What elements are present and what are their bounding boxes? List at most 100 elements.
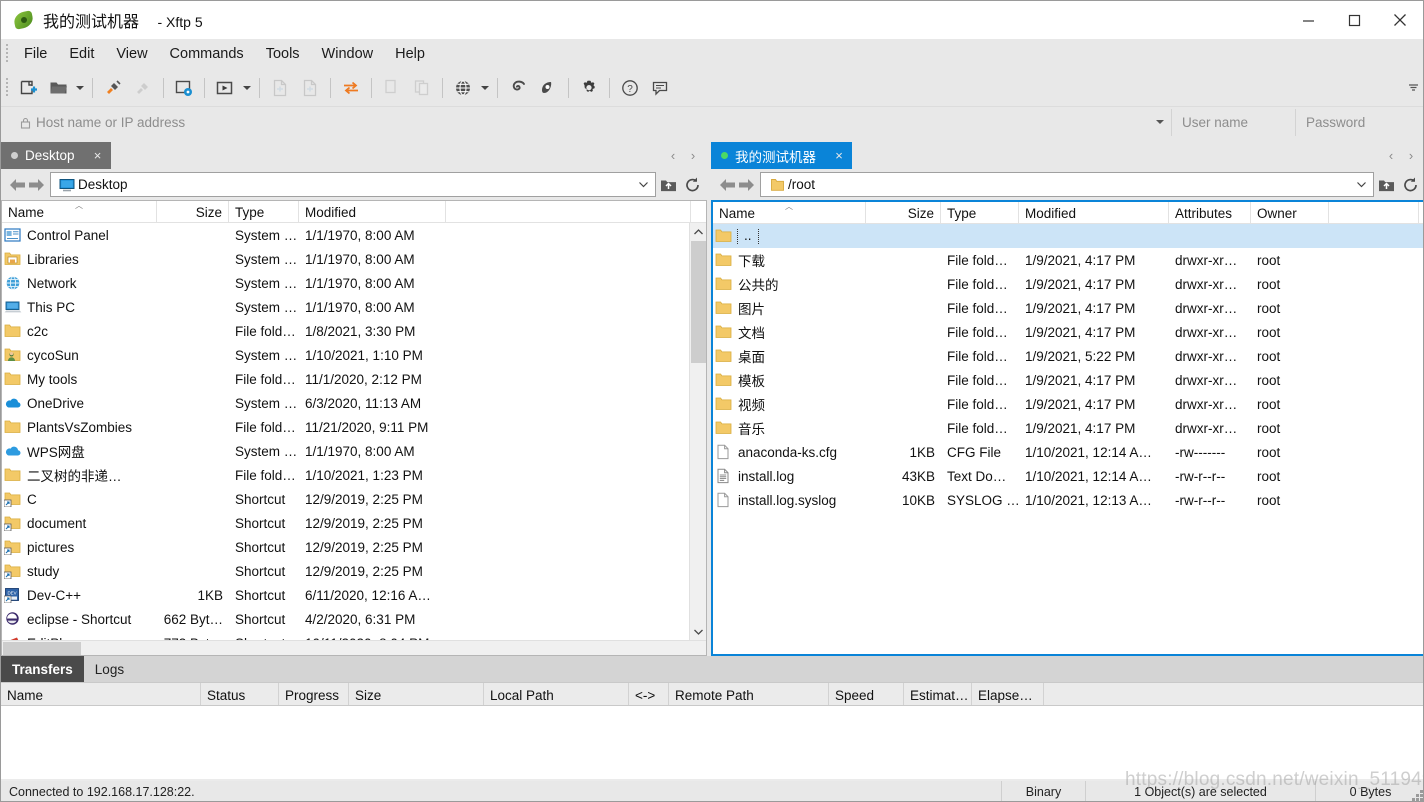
remote-table-row[interactable]: 图片 File fold… 1/9/2021, 4:17 PM drwxr-xr… ro… [713, 296, 1423, 320]
local-scroll-up-icon[interactable] [690, 223, 706, 240]
local-column-header-type[interactable]: Type [229, 201, 299, 222]
local-parent-folder-icon[interactable] [656, 171, 680, 198]
transfers-column-header-estimated[interactable]: Estimat… [904, 683, 972, 705]
edit-file-icon[interactable] [295, 73, 325, 103]
local-table-row[interactable]: C Shortcut 12/9/2019, 2:25 PM [2, 487, 706, 511]
local-back-arrow-icon[interactable] [8, 173, 27, 197]
toolbar-grip[interactable] [1, 73, 13, 103]
remote-table-row[interactable]: 下载 File fold… 1/9/2021, 4:17 PM drwxr-xr… ro… [713, 248, 1423, 272]
local-table-row[interactable]: c2c File fold… 1/8/2021, 3:30 PM [2, 319, 706, 343]
local-table-row[interactable]: This PC System … 1/1/1970, 8:00 AM [2, 295, 706, 319]
minimize-button[interactable] [1285, 1, 1331, 39]
host-input[interactable]: Host name or IP address [13, 109, 1149, 136]
local-column-header-size[interactable]: Size [157, 201, 229, 222]
open-folder-dropdown-icon[interactable] [73, 73, 87, 103]
local-scroll-down-icon[interactable] [690, 623, 706, 640]
remote-table-row[interactable]: 公共的 File fold… 1/9/2021, 4:17 PM drwxr-xr… r… [713, 272, 1423, 296]
remote-refresh-icon[interactable] [1398, 171, 1422, 198]
run-script-dropdown-icon[interactable] [240, 73, 254, 103]
menu-tools[interactable]: Tools [255, 42, 311, 66]
remote-table-row[interactable]: 桌面 File fold… 1/9/2021, 5:22 PM drwxr-xr… ro… [713, 344, 1423, 368]
remote-table-row[interactable]: install.log.syslog 10KB SYSLOG … 1/10/2021,… [713, 488, 1423, 512]
options-gear-icon[interactable] [574, 73, 604, 103]
menu-edit[interactable]: Edit [58, 42, 105, 66]
transfers-column-header-speed[interactable]: Speed [829, 683, 904, 705]
transfer-icon[interactable] [336, 73, 366, 103]
transfers-column-header-progress[interactable]: Progress [279, 683, 349, 705]
local-table-row[interactable]: 二叉树的非递… File fold… 1/10/2021, 1:23 PM [2, 463, 706, 487]
transfers-column-header-name[interactable]: Name [1, 683, 201, 705]
local-table-row[interactable]: document Shortcut 12/9/2019, 2:25 PM [2, 511, 706, 535]
new-session-icon[interactable] [13, 73, 43, 103]
browser-dropdown-icon[interactable] [478, 73, 492, 103]
local-column-header-name[interactable]: Name ︿ [2, 201, 157, 222]
transfers-column-header-status[interactable]: Status [201, 683, 279, 705]
local-file-list[interactable]: Name ︿ Size Type Modified Control Panel Syste… [1, 200, 707, 656]
remote-table-row[interactable]: 文档 File fold… 1/9/2021, 4:17 PM drwxr-xr… ro… [713, 320, 1423, 344]
menu-commands[interactable]: Commands [159, 42, 255, 66]
transfers-body[interactable] [1, 706, 1423, 779]
transfers-column-header-local_path[interactable]: Local Path [484, 683, 629, 705]
local-scroll-thumb[interactable] [691, 241, 706, 363]
local-tab-desktop[interactable]: Desktop × [1, 142, 111, 169]
remote-path-input[interactable]: /root [760, 172, 1374, 197]
remote-tab-close-icon[interactable]: × [832, 148, 846, 163]
local-table-row[interactable]: DEV Dev-C++ 1KB Shortcut 6/11/2020, 12:16 A… [2, 583, 706, 607]
remote-back-arrow-icon[interactable] [718, 173, 737, 197]
copy-icon[interactable] [377, 73, 407, 103]
local-table-row[interactable]: OneDrive System … 6/3/2020, 11:13 AM [2, 391, 706, 415]
local-list-rows[interactable]: Control Panel System … 1/1/1970, 8:00 AM Li… [2, 223, 706, 655]
local-tabnav-prev-icon[interactable]: ‹ [663, 148, 683, 163]
remote-column-header-modified[interactable]: Modified [1019, 202, 1169, 223]
transfers-column-header-remote_path[interactable]: Remote Path [669, 683, 829, 705]
remote-table-row[interactable]: .. [713, 224, 1423, 248]
local-tab-close-icon[interactable]: × [91, 148, 105, 163]
local-table-row[interactable]: eclipse - Shortcut 662 Byt… Shortcut 4/2/20… [2, 607, 706, 631]
local-refresh-icon[interactable] [680, 171, 704, 198]
local-table-row[interactable]: cycoSun System … 1/10/2021, 1:10 PM [2, 343, 706, 367]
disconnect-icon[interactable] [128, 73, 158, 103]
local-table-row[interactable]: My tools File fold… 11/1/2020, 2:12 PM [2, 367, 706, 391]
remote-table-row[interactable]: anaconda-ks.cfg 1KB CFG File 1/10/2021, 12:… [713, 440, 1423, 464]
remote-tab-session[interactable]: 我的测试机器 × [711, 142, 852, 169]
toolbar-overflow-icon[interactable] [1403, 73, 1423, 103]
remote-tabnav-prev-icon[interactable]: ‹ [1381, 148, 1401, 163]
menu-help[interactable]: Help [384, 42, 436, 66]
local-path-input[interactable]: Desktop [50, 172, 656, 197]
menu-file[interactable]: File [13, 42, 58, 66]
close-button[interactable] [1377, 1, 1423, 39]
browser-icon[interactable] [448, 73, 478, 103]
remote-column-header-name[interactable]: Name ︿ [713, 202, 866, 223]
remote-tabnav-next-icon[interactable]: › [1401, 148, 1421, 163]
xftp-icon[interactable] [533, 73, 563, 103]
local-column-header-modified[interactable]: Modified [299, 201, 446, 222]
local-table-row[interactable]: Network System … 1/1/1970, 8:00 AM [2, 271, 706, 295]
username-input[interactable]: User name [1171, 109, 1295, 136]
transfers-column-header-elapsed[interactable]: Elapse… [972, 683, 1044, 705]
tab-transfers[interactable]: Transfers [1, 656, 84, 682]
local-table-row[interactable]: PlantsVsZombies File fold… 11/21/2020, 9:1… [2, 415, 706, 439]
local-hscroll-thumb[interactable] [3, 642, 81, 655]
xshell-icon[interactable] [503, 73, 533, 103]
transfers-column-header-direction[interactable]: <-> [629, 683, 669, 705]
password-input[interactable]: Password [1295, 109, 1423, 136]
local-table-row[interactable]: Libraries System … 1/1/1970, 8:00 AM [2, 247, 706, 271]
connect-icon[interactable] [98, 73, 128, 103]
local-horizontal-scrollbar[interactable] [2, 640, 706, 655]
local-table-row[interactable]: WPS网盘 System … 1/1/1970, 8:00 AM [2, 439, 706, 463]
local-table-row[interactable]: Control Panel System … 1/1/1970, 8:00 AM [2, 223, 706, 247]
session-properties-icon[interactable] [169, 73, 199, 103]
menu-grip[interactable] [1, 39, 13, 69]
new-file-icon[interactable] [265, 73, 295, 103]
resize-grip-icon[interactable] [1410, 788, 1423, 801]
local-vertical-scrollbar[interactable] [689, 223, 706, 655]
run-script-icon[interactable] [210, 73, 240, 103]
remote-list-rows[interactable]: .. 下载 File fold… 1/9/2021, 4:17 PM drwxr-xr…… [713, 224, 1423, 654]
remote-column-header-owner[interactable]: Owner [1251, 202, 1329, 223]
remote-table-row[interactable]: install.log 43KB Text Do… 1/10/2021, 12:14 … [713, 464, 1423, 488]
remote-column-header-size[interactable]: Size [866, 202, 941, 223]
remote-forward-arrow-icon[interactable] [737, 173, 756, 197]
remote-file-list[interactable]: Name ︿ Size Type Modified Attributes Owner .. 下… [711, 200, 1423, 656]
remote-parent-folder-icon[interactable] [1374, 171, 1398, 198]
remote-path-chevron-down-icon[interactable] [1351, 181, 1371, 188]
